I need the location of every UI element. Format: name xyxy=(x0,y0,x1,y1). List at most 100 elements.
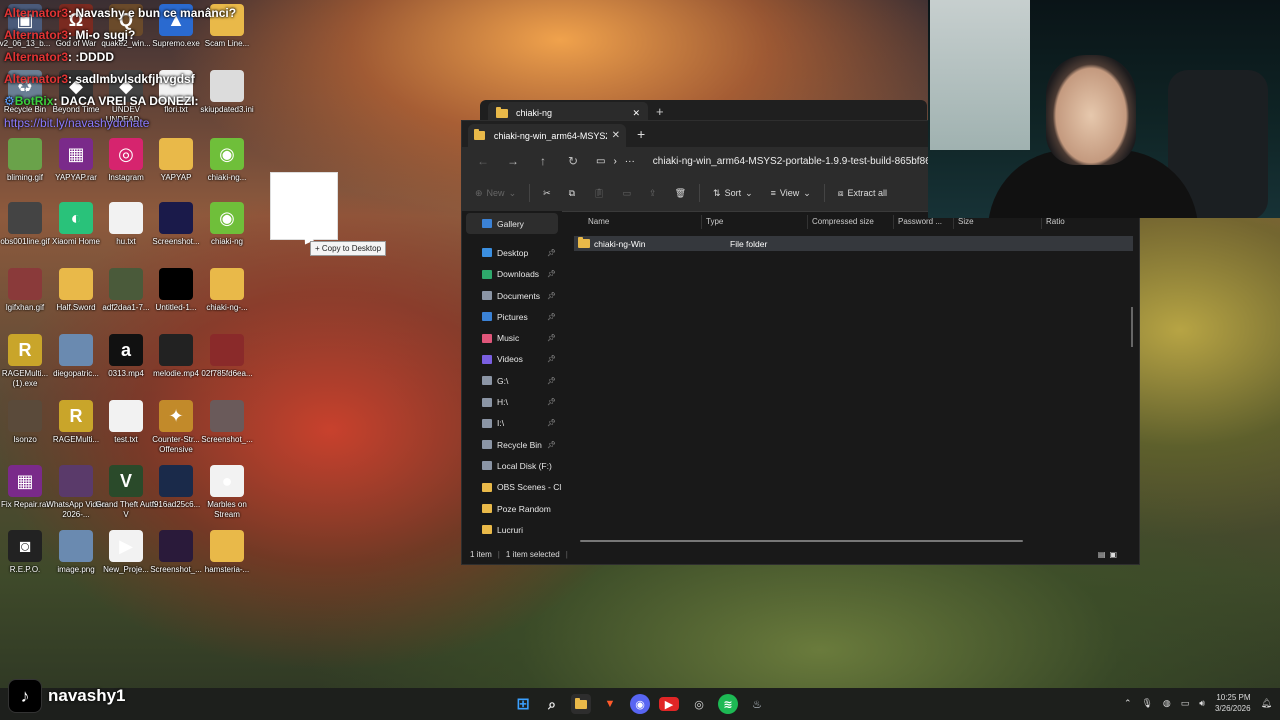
pin-icon[interactable]: 📌︎ xyxy=(547,441,556,449)
sidebar-item[interactable]: Music 📌︎ xyxy=(462,327,562,348)
extract-all-button[interactable]: ⧈ Extract all xyxy=(833,186,892,201)
pin-icon[interactable]: 📌︎ xyxy=(547,313,556,321)
table-row[interactable]: chiaki-ng-Win File folder xyxy=(574,236,1133,251)
vertical-scrollbar[interactable] xyxy=(1131,307,1133,347)
paste-icon[interactable]: 📋︎ xyxy=(588,186,609,201)
view-button[interactable]: ≡ View ⌄ xyxy=(766,186,816,201)
sidebar-item[interactable]: OBS Scenes - Cl xyxy=(462,477,562,498)
forward-arrow-icon[interactable]: → xyxy=(500,154,526,168)
sidebar-item[interactable]: Pictures 📌︎ xyxy=(462,306,562,327)
spotify-icon[interactable]: ≋ xyxy=(718,694,738,714)
desktop-icon-image xyxy=(159,465,193,497)
desktop-icon-label: chiaki-ng xyxy=(210,237,243,246)
horizontal-scrollbar[interactable] xyxy=(580,540,1023,542)
desktop-icon[interactable]: ◉ chiaki-ng... xyxy=(196,138,258,183)
sidebar-item[interactable]: Videos 📌︎ xyxy=(462,349,562,370)
cut-icon[interactable]: ✂ xyxy=(538,186,556,201)
volume-icon[interactable]: 🔊︎ xyxy=(1199,698,1205,709)
sidebar-item[interactable]: H:\ 📌︎ xyxy=(462,391,562,412)
chrome-icon[interactable]: ◎ xyxy=(689,694,709,714)
desktop-icon[interactable]: hamsteria-... xyxy=(196,530,258,575)
tiles-view-icon[interactable]: ▣ xyxy=(1109,550,1117,559)
sidebar-item[interactable]: Poze Random xyxy=(462,498,562,519)
sidebar-item[interactable]: Recycle Bin 📌︎ xyxy=(462,434,562,455)
new-button[interactable]: ⊕ New ⌄ xyxy=(470,186,521,201)
details-view-icon[interactable]: ▤ xyxy=(1098,550,1106,559)
close-icon[interactable]: ✕ xyxy=(612,130,620,141)
sidebar-item[interactable]: Documents 📌︎ xyxy=(462,285,562,306)
wifi-icon[interactable]: ◍ xyxy=(1163,698,1171,709)
desktop-icon-image xyxy=(59,268,93,300)
microphone-icon[interactable]: 🎙︎ xyxy=(1141,698,1152,709)
sidebar-item[interactable]: G:\ 📌︎ xyxy=(462,370,562,391)
file-list: Name Type Compressed size Password ... S… xyxy=(562,211,1139,544)
rename-icon[interactable]: ▭ xyxy=(618,186,637,201)
column-name[interactable]: Name xyxy=(562,215,702,229)
column-type[interactable]: Type xyxy=(702,215,808,229)
sidebar-item[interactable]: Local Disk (F:) xyxy=(462,455,562,476)
sidebar-item-icon xyxy=(482,525,492,535)
notifications-icon[interactable]: 🔔︎ xyxy=(1261,698,1272,709)
pin-icon[interactable]: 📌︎ xyxy=(547,292,556,300)
sidebar-item[interactable]: Downloads 📌︎ xyxy=(462,264,562,285)
chat-message: Alternator3: Mi-o sugi? xyxy=(4,24,304,46)
donate-link[interactable]: https://bit.ly/navashydonate xyxy=(4,116,149,130)
pin-icon[interactable]: 📌︎ xyxy=(547,270,556,278)
up-arrow-icon[interactable]: ↑ xyxy=(530,154,556,168)
new-tab-button[interactable]: + xyxy=(656,104,664,119)
more-icon[interactable]: ··· xyxy=(625,156,635,167)
tiktok-watermark: ♪ navashy1 xyxy=(8,679,126,713)
chat-username: Alternator3 xyxy=(4,72,69,86)
desktop-icon[interactable]: ◉ chiaki-ng xyxy=(196,202,258,247)
pin-icon[interactable]: 📌︎ xyxy=(547,355,556,363)
desktop-icon[interactable]: ● Marbles on Stream xyxy=(196,465,258,520)
network-icon[interactable]: ▭ xyxy=(1181,698,1190,709)
sort-button[interactable]: ⇅ Sort ⌄ xyxy=(708,186,758,201)
chat-message: ⚙BotRix: DACA VREI SA DONEZI: xyxy=(4,90,304,112)
search-icon[interactable]: ⌕ xyxy=(542,694,562,714)
discord-icon[interactable]: ◉ xyxy=(630,694,650,714)
steam-icon[interactable]: ♨ xyxy=(747,694,767,714)
desktop-icon-image xyxy=(59,465,93,497)
row-name: chiaki-ng-Win xyxy=(594,238,646,249)
pin-icon[interactable]: 📌︎ xyxy=(547,377,556,385)
close-icon[interactable]: ✕ xyxy=(632,108,640,119)
back-arrow-icon[interactable]: ← xyxy=(470,154,496,168)
file-explorer-icon[interactable] xyxy=(571,694,591,714)
sidebar-item[interactable]: Gallery xyxy=(466,213,558,235)
start-icon[interactable]: ⊞ xyxy=(513,694,533,714)
desktop-icon[interactable]: Screenshot_... xyxy=(196,400,258,445)
explorer-content: Gallery Desktop 📌︎ Downloads 📌︎ Documents 📌︎ Pi… xyxy=(462,211,1139,544)
desktop-icon-image: ● xyxy=(210,465,244,497)
desktop-icon[interactable]: 02f785fd6ea... xyxy=(196,334,258,379)
tab-archive[interactable]: chiaki-ng-win_arm64-MSYS2-p ✕ xyxy=(468,124,626,147)
clock[interactable]: 10:25 PM 3/26/2026 xyxy=(1215,692,1251,714)
address-path: chiaki-ng-win_arm64-MSYS2-portable-1.9.9… xyxy=(652,155,937,167)
brave-icon[interactable]: ▼ xyxy=(600,694,620,714)
pin-icon[interactable]: 📌︎ xyxy=(547,398,556,406)
desktop-icon-image xyxy=(210,530,244,562)
delete-icon[interactable]: 🗑︎ xyxy=(670,186,691,201)
copy-icon[interactable]: ⧉ xyxy=(564,186,580,201)
sidebar-item[interactable]: Lucruri xyxy=(462,519,562,540)
pin-icon[interactable]: 📌︎ xyxy=(547,419,556,427)
refresh-icon[interactable]: ↻ xyxy=(560,154,586,168)
sidebar-item-icon xyxy=(482,354,492,364)
folder-icon xyxy=(496,106,508,118)
share-icon[interactable]: ⇪ xyxy=(644,186,662,201)
column-compressed-size[interactable]: Compressed size xyxy=(808,215,894,229)
youtube-icon[interactable]: ▶ xyxy=(659,697,679,711)
sidebar-item[interactable]: Desktop 📌︎ xyxy=(462,242,562,263)
divider xyxy=(699,184,701,202)
desktop-icon-label: hamsteria-... xyxy=(204,565,250,574)
sidebar-item-icon xyxy=(482,269,492,279)
sidebar-item-icon xyxy=(482,482,492,492)
desktop-icon[interactable]: chiaki-ng-... xyxy=(196,268,258,313)
chevron-up-icon[interactable]: ⌃ xyxy=(1124,698,1132,709)
new-tab-button[interactable]: + xyxy=(637,126,645,142)
pin-icon[interactable]: 📌︎ xyxy=(547,334,556,342)
desktop-icon-image xyxy=(109,202,143,234)
sidebar-item[interactable]: I:\ 📌︎ xyxy=(462,413,562,434)
pin-icon[interactable]: 📌︎ xyxy=(547,249,556,257)
divider xyxy=(823,184,825,202)
